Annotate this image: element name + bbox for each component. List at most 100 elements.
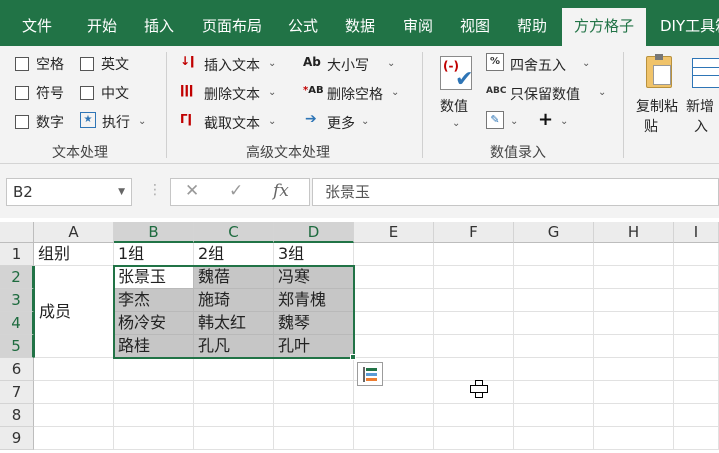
- row-header-7[interactable]: 7: [0, 381, 34, 404]
- empty-cell[interactable]: [674, 243, 719, 266]
- empty-cell[interactable]: [674, 266, 719, 289]
- empty-cell[interactable]: [274, 404, 354, 427]
- tab-review[interactable]: 审阅: [403, 0, 433, 46]
- empty-cell[interactable]: [274, 427, 354, 450]
- cell-d1[interactable]: 3组: [274, 243, 354, 266]
- empty-cell[interactable]: [594, 358, 674, 381]
- row-header-4[interactable]: 4: [0, 312, 34, 335]
- empty-cell[interactable]: [674, 404, 719, 427]
- tab-home[interactable]: 开始: [87, 0, 117, 46]
- empty-cell[interactable]: [194, 381, 274, 404]
- empty-cell[interactable]: [594, 266, 674, 289]
- column-header-f[interactable]: F: [434, 222, 514, 243]
- empty-cell[interactable]: [434, 335, 514, 358]
- plus-button[interactable]: + ⌄: [536, 109, 576, 133]
- cell-c4[interactable]: 韩太红: [194, 312, 274, 335]
- empty-cell[interactable]: [114, 404, 194, 427]
- tab-insert[interactable]: 插入: [144, 0, 174, 46]
- cell-c3[interactable]: 施琦: [194, 289, 274, 312]
- tab-data[interactable]: 数据: [345, 0, 375, 46]
- empty-cell[interactable]: [354, 243, 434, 266]
- tab-diy-toolbox[interactable]: DIY工具箱: [660, 0, 719, 46]
- cell-b2[interactable]: 张景玉: [114, 266, 194, 289]
- column-header-d[interactable]: D: [274, 222, 354, 243]
- empty-cell[interactable]: [434, 312, 514, 335]
- empty-cell[interactable]: [114, 358, 194, 381]
- empty-cell[interactable]: [594, 312, 674, 335]
- cell-b1[interactable]: 1组: [114, 243, 194, 266]
- empty-cell[interactable]: [354, 404, 434, 427]
- insert-text-button[interactable]: ↓ǀ 插入文本 ⌄: [180, 53, 280, 75]
- add-insert-button[interactable]: 新增 入: [686, 52, 719, 136]
- empty-cell[interactable]: [514, 427, 594, 450]
- tab-help[interactable]: 帮助: [517, 0, 547, 46]
- row-header-5[interactable]: 5: [0, 335, 34, 358]
- empty-cell[interactable]: [434, 266, 514, 289]
- cell-c2[interactable]: 魏蓓: [194, 266, 274, 289]
- empty-cell[interactable]: [34, 404, 114, 427]
- empty-cell[interactable]: [514, 381, 594, 404]
- empty-cell[interactable]: [34, 381, 114, 404]
- select-all-corner[interactable]: [0, 222, 34, 243]
- tab-file[interactable]: 文件: [22, 0, 52, 46]
- tab-fangfanggezi[interactable]: 方方格子: [562, 8, 647, 46]
- value-button[interactable]: (-) ✔ 数值 ⌄: [436, 52, 476, 136]
- row-header-9[interactable]: 9: [0, 427, 34, 450]
- empty-cell[interactable]: [194, 427, 274, 450]
- empty-cell[interactable]: [274, 358, 354, 381]
- checkbox-chinese[interactable]: [80, 86, 94, 100]
- keep-value-button[interactable]: ABC 只保留数值 ⌄: [486, 82, 608, 104]
- empty-cell[interactable]: [274, 381, 354, 404]
- tab-formulas[interactable]: 公式: [288, 0, 318, 46]
- cell-a1[interactable]: 组别: [34, 243, 114, 266]
- extract-text-button[interactable]: ᒥǀ 截取文本 ⌄: [180, 111, 280, 133]
- row-header-2[interactable]: 2: [0, 266, 34, 289]
- quick-analysis-button[interactable]: [357, 362, 383, 386]
- checkbox-english[interactable]: [80, 57, 94, 71]
- empty-cell[interactable]: [514, 266, 594, 289]
- empty-cell[interactable]: [594, 289, 674, 312]
- delete-text-button[interactable]: ǀǀǀ 删除文本 ⌄: [180, 82, 280, 104]
- drag-handle-icon[interactable]: ⋮: [148, 182, 162, 198]
- column-header-g[interactable]: G: [514, 222, 594, 243]
- cell-c5[interactable]: 孔凡: [194, 335, 274, 358]
- column-header-i[interactable]: I: [674, 222, 719, 243]
- case-button[interactable]: Ab 大小写 ⌄: [303, 53, 399, 75]
- copy-paste-button[interactable]: 复制粘 贴: [634, 52, 684, 136]
- delete-space-button[interactable]: *AB 删除空格 ⌄: [303, 82, 401, 104]
- fill-handle[interactable]: [350, 354, 356, 360]
- cell-b3[interactable]: 李杰: [114, 289, 194, 312]
- column-header-c[interactable]: C: [194, 222, 274, 243]
- empty-cell[interactable]: [674, 335, 719, 358]
- row-header-6[interactable]: 6: [0, 358, 34, 381]
- name-box[interactable]: B2 ▼: [6, 178, 132, 206]
- empty-cell[interactable]: [674, 312, 719, 335]
- round-button[interactable]: % 四舍五入 ⌄: [486, 53, 592, 75]
- cell-d2[interactable]: 冯寒: [274, 266, 354, 289]
- column-header-h[interactable]: H: [594, 222, 674, 243]
- cell-c1[interactable]: 2组: [194, 243, 274, 266]
- function-icon[interactable]: fx: [273, 181, 289, 201]
- empty-cell[interactable]: [514, 243, 594, 266]
- empty-cell[interactable]: [34, 427, 114, 450]
- tab-view[interactable]: 视图: [460, 0, 490, 46]
- cell-b5[interactable]: 路桂: [114, 335, 194, 358]
- empty-cell[interactable]: [594, 404, 674, 427]
- empty-cell[interactable]: [434, 358, 514, 381]
- row-header-1[interactable]: 1: [0, 243, 34, 266]
- checkbox-symbol[interactable]: [15, 86, 29, 100]
- edit-format-button[interactable]: ✎ ⌄: [486, 111, 526, 133]
- empty-cell[interactable]: [594, 427, 674, 450]
- cell-d4[interactable]: 魏琴: [274, 312, 354, 335]
- empty-cell[interactable]: [594, 381, 674, 404]
- enter-icon[interactable]: ✓: [229, 181, 243, 201]
- cell-a2-merged[interactable]: 成员: [34, 266, 114, 358]
- column-header-a[interactable]: A: [34, 222, 114, 243]
- checkbox-number[interactable]: [15, 115, 29, 129]
- empty-cell[interactable]: [434, 404, 514, 427]
- empty-cell[interactable]: [514, 358, 594, 381]
- more-button[interactable]: ➔ 更多 ⌄: [303, 111, 383, 133]
- row-header-3[interactable]: 3: [0, 289, 34, 312]
- empty-cell[interactable]: [594, 243, 674, 266]
- empty-cell[interactable]: [114, 381, 194, 404]
